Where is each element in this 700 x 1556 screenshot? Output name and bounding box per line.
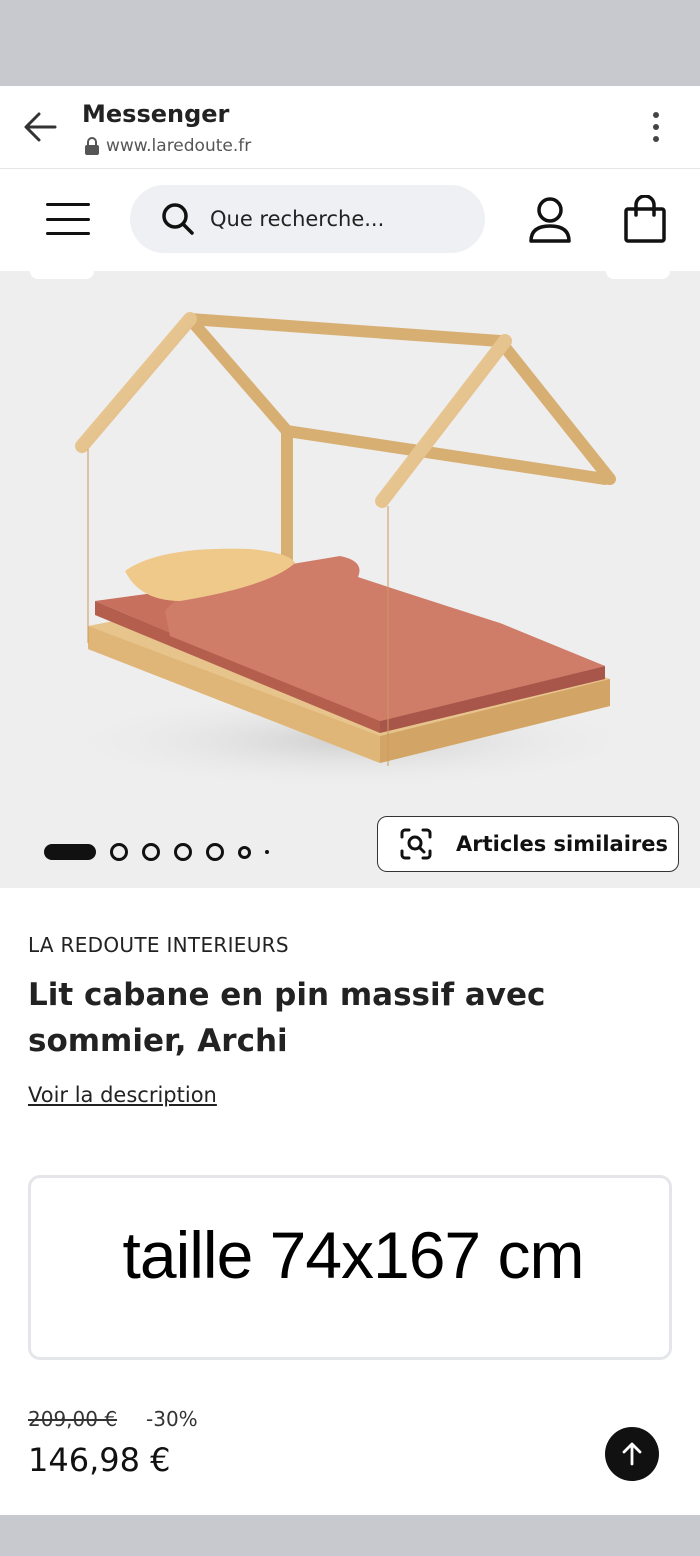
pagination-dot[interactable] xyxy=(265,850,269,854)
search-input[interactable]: Que recherche... xyxy=(130,185,485,253)
product-image xyxy=(50,312,650,791)
arrow-left-icon xyxy=(24,112,57,142)
pagination-dot[interactable] xyxy=(238,845,251,859)
user-icon xyxy=(529,197,571,243)
similar-items-button[interactable]: Articles similaires xyxy=(377,816,679,872)
scroll-to-top-button[interactable] xyxy=(605,1427,659,1481)
search-placeholder: Que recherche... xyxy=(210,207,385,231)
cart-button[interactable] xyxy=(620,194,670,247)
size-selector[interactable]: taille 74x167 cm xyxy=(28,1175,672,1360)
current-price: 146,98 € xyxy=(28,1441,171,1479)
lock-icon xyxy=(85,137,99,155)
gallery-pagination xyxy=(44,843,269,861)
app-title: Messenger xyxy=(82,100,230,128)
status-area xyxy=(0,0,700,86)
product-brand: LA REDOUTE INTERIEURS xyxy=(28,933,289,957)
original-price: 209,00 € xyxy=(28,1407,118,1431)
menu-line xyxy=(46,217,90,221)
account-button[interactable] xyxy=(526,195,574,247)
kebab-dot xyxy=(653,112,659,118)
product-info: LA REDOUTE INTERIEURS Lit cabane en pin … xyxy=(0,888,700,1515)
pagination-dot[interactable] xyxy=(110,843,128,861)
more-options-button[interactable] xyxy=(638,106,674,148)
kebab-dot xyxy=(653,136,659,142)
site-header: Que recherche... xyxy=(0,169,700,271)
pagination-dot[interactable] xyxy=(174,843,192,861)
view-description-link[interactable]: Voir la description xyxy=(28,1083,217,1107)
pagination-dot[interactable] xyxy=(142,843,160,861)
browser-bar: Messenger www.laredoute.fr xyxy=(0,86,700,169)
menu-line xyxy=(46,203,90,206)
product-image-gallery[interactable]: Articles similaires xyxy=(0,271,700,888)
system-nav-area xyxy=(0,1515,700,1556)
size-label: taille 74x167 cm xyxy=(122,1218,585,1292)
similar-items-label: Articles similaires xyxy=(456,832,668,856)
product-title: Lit cabane en pin massif avec sommier, A… xyxy=(28,977,546,1059)
arrow-up-icon xyxy=(622,1442,642,1466)
url-text: www.laredoute.fr xyxy=(106,136,252,156)
shopping-bag-icon xyxy=(624,194,666,243)
menu-line xyxy=(46,232,90,235)
discount-badge: -30% xyxy=(146,1407,198,1431)
url-row: www.laredoute.fr xyxy=(84,136,251,156)
kebab-dot xyxy=(653,124,659,130)
pagination-dot-active[interactable] xyxy=(44,844,96,860)
visual-search-icon xyxy=(400,828,432,860)
hamburger-menu-button[interactable] xyxy=(46,199,90,239)
search-icon xyxy=(162,203,194,235)
pagination-dot[interactable] xyxy=(206,843,224,861)
back-button[interactable] xyxy=(20,106,62,148)
